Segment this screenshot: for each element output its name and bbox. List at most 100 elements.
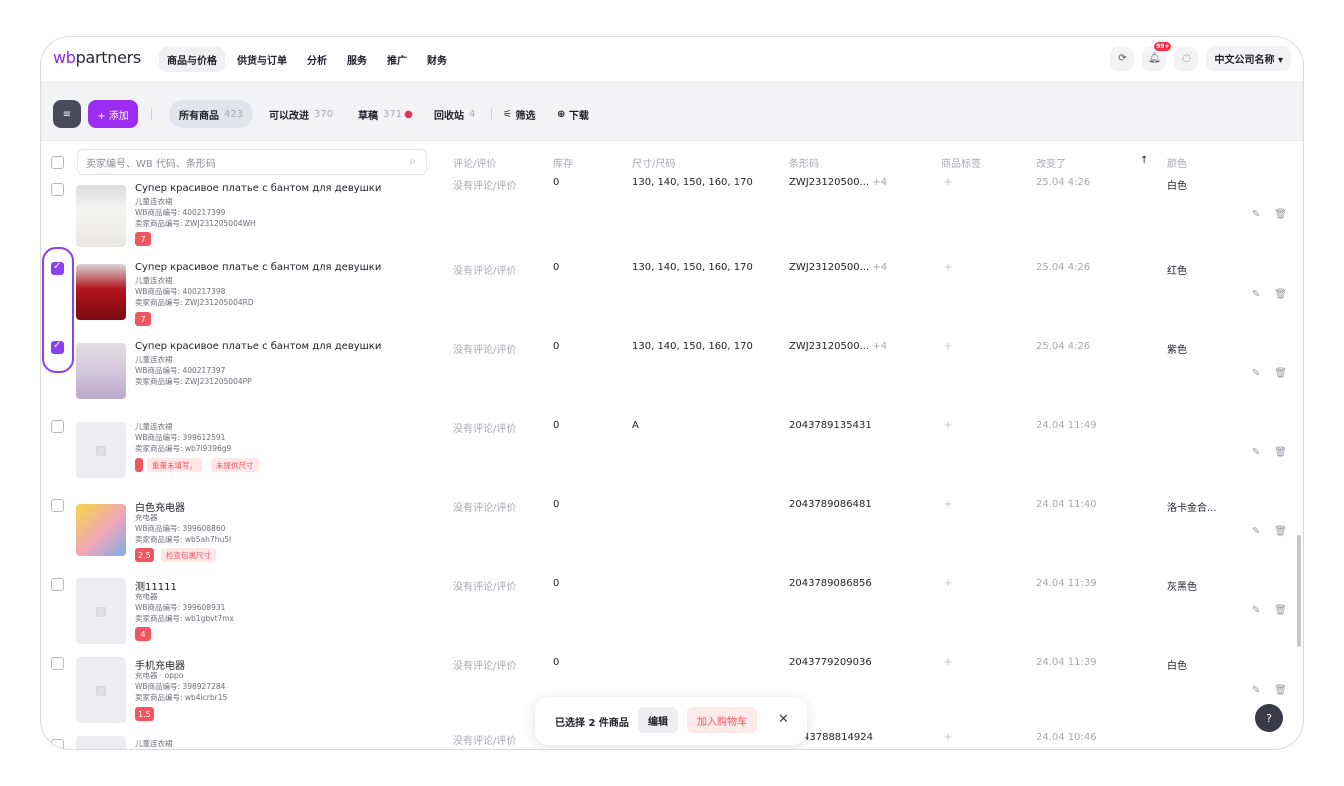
trash-icon[interactable]: 🗑︎ [1274, 526, 1287, 537]
trash-icon[interactable]: 🗑︎ [1274, 368, 1287, 379]
image-placeholder-icon[interactable]: ▨ [76, 422, 126, 478]
sidebar-menu-button[interactable]: ≡ [53, 100, 81, 128]
row-checkbox[interactable] [51, 657, 64, 670]
barcode-more[interactable]: +4 [872, 341, 887, 352]
menu-item-products[interactable]: 商品与价格 [159, 47, 225, 72]
add-tag-button[interactable]: + [944, 578, 952, 589]
add-to-cart-button[interactable]: 加入购物车 [687, 707, 757, 733]
color-cell: 灰黑色 [1167, 582, 1197, 593]
reviews-cell: 没有评论/评价 [453, 661, 517, 672]
tab-drafts[interactable]: 草稿 371 ● [358, 100, 413, 128]
product-name[interactable]: Супер красивое платье с бантом для девуш… [135, 262, 381, 273]
row-checkbox[interactable] [51, 739, 64, 749]
tab-label: 可以改进 [269, 110, 309, 122]
col-changed[interactable]: 改变了 [1036, 155, 1066, 170]
edit-icon[interactable]: ✎ [1252, 685, 1260, 696]
table-row[interactable]: Супер красивое платье с бантом для девуш… [41, 340, 1303, 420]
search-icon[interactable]: ⌕ [409, 154, 416, 169]
notification-badge: 99+ [1154, 41, 1172, 51]
company-selector[interactable]: 中文公司名称 ▾ [1206, 46, 1291, 71]
edit-icon[interactable]: ✎ [1252, 368, 1260, 379]
add-tag-button[interactable]: + [944, 657, 952, 668]
image-placeholder-icon[interactable]: ▨ [76, 657, 126, 723]
add-tag-button[interactable]: + [944, 420, 952, 431]
stock-cell: 0 [553, 177, 560, 188]
rating-badge: 4 [135, 627, 151, 641]
table-row[interactable]: ▨ 儿童连衣裙 WB商品编号: 399612591 卖家商品编号: wb7l93… [41, 420, 1303, 499]
scrollbar[interactable] [1297, 535, 1301, 647]
add-tag-button[interactable]: + [944, 341, 952, 352]
col-color[interactable]: 颜色 [1167, 155, 1187, 170]
close-icon[interactable]: ✕ [778, 712, 789, 727]
warning-badge: 重量未填写。 [147, 458, 202, 472]
product-image[interactable] [76, 264, 126, 320]
tab-count: 4 [469, 108, 476, 120]
refresh-icon[interactable]: ⟳ [1110, 46, 1135, 71]
add-tag-button[interactable]: + [944, 732, 952, 743]
table-row[interactable]: Супер красивое платье с бантом для девуш… [41, 261, 1303, 341]
product-category: 充电器 · oppo [135, 671, 184, 680]
barcode-value: ZWJ23120500... [789, 341, 870, 352]
row-checkbox[interactable] [51, 578, 64, 591]
barcode-more[interactable]: +4 [872, 177, 887, 188]
add-tag-button[interactable]: + [944, 262, 952, 273]
tab-trash[interactable]: 回收站 4 [434, 100, 475, 128]
row-checkbox[interactable] [51, 499, 64, 512]
product-name[interactable]: Супер красивое платье с бантом для девуш… [135, 183, 381, 194]
select-all-checkbox[interactable] [51, 156, 64, 169]
product-image[interactable] [76, 185, 126, 247]
logo[interactable]: wbpartners [53, 48, 141, 67]
edit-icon[interactable]: ✎ [1252, 289, 1260, 300]
color-cell: 洛卡金合... [1167, 503, 1217, 514]
menu-item-promotion[interactable]: 推广 [379, 47, 415, 72]
image-placeholder-icon[interactable]: ▨ [76, 578, 126, 644]
product-name[interactable]: Супер красивое платье с бантом для девуш… [135, 341, 381, 352]
tab-all-products[interactable]: 所有商品 423 [169, 100, 254, 128]
menu-item-services[interactable]: 服务 [339, 47, 375, 72]
barcode-cell: 2043789086856 [789, 578, 872, 589]
trash-icon[interactable]: 🗑︎ [1274, 289, 1287, 300]
add-tag-button[interactable]: + [944, 499, 952, 510]
trash-icon[interactable]: 🗑︎ [1274, 605, 1287, 616]
bell-icon[interactable]: 🔔︎ 99+ [1142, 41, 1172, 71]
col-reviews[interactable]: 评论/评价 [453, 155, 496, 170]
edit-icon[interactable]: ✎ [1252, 526, 1260, 537]
rating-badge: 7 [135, 232, 151, 246]
download-button[interactable]: ⊕ 下载 [557, 100, 589, 128]
menu-item-orders[interactable]: 供货与订单 [229, 47, 295, 72]
product-image[interactable] [76, 504, 126, 556]
col-tags[interactable]: 商品标签 [941, 155, 981, 170]
changed-cell: 24.04 11:39 [1036, 657, 1097, 668]
rating-badge: 1.5 [135, 707, 154, 721]
table-row[interactable]: 白色充电器 充电器 WB商品编号: 399608860 卖家商品编号: wb5a… [41, 499, 1303, 578]
chat-icon[interactable]: ◌ [1174, 46, 1199, 71]
search-input[interactable]: 卖家编号、WB 代码、条形码 ⌕ [77, 149, 427, 175]
trash-icon[interactable]: 🗑︎ [1274, 447, 1287, 458]
add-button[interactable]: + 添加 [88, 100, 138, 128]
row-checkbox[interactable] [51, 183, 64, 196]
col-stock[interactable]: 库存 [553, 155, 573, 170]
table-row[interactable]: Супер красивое платье с бантом для девуш… [41, 177, 1303, 262]
col-size[interactable]: 尺寸/尺码 [632, 155, 675, 170]
image-placeholder-icon[interactable] [76, 736, 126, 749]
product-image[interactable] [76, 343, 126, 399]
col-barcode[interactable]: 条形码 [789, 155, 819, 170]
size-cell: 130, 140, 150, 160, 170 [632, 262, 753, 273]
trash-icon[interactable]: 🗑︎ [1274, 209, 1287, 220]
filter-button[interactable]: ⚟ 筛选 [503, 100, 535, 128]
table-row[interactable]: ▨ 测11111 充电器 WB商品编号: 399608931 卖家商品编号: w… [41, 578, 1303, 657]
help-button[interactable]: ? [1255, 704, 1283, 732]
sort-arrow-icon[interactable]: ↑ [1140, 155, 1148, 166]
add-tag-button[interactable]: + [944, 177, 952, 188]
trash-icon[interactable]: 🗑︎ [1274, 685, 1287, 696]
edit-icon[interactable]: ✎ [1252, 447, 1260, 458]
row-checkbox[interactable] [51, 420, 64, 433]
bulk-edit-button[interactable]: 编辑 [638, 707, 678, 733]
menu-item-analytics[interactable]: 分析 [299, 47, 335, 72]
tab-improvable[interactable]: 可以改进 370 [269, 100, 333, 128]
color-cell: 红色 [1167, 266, 1187, 277]
edit-icon[interactable]: ✎ [1252, 605, 1260, 616]
barcode-more[interactable]: +4 [872, 262, 887, 273]
menu-item-finance[interactable]: 财务 [419, 47, 455, 72]
edit-icon[interactable]: ✎ [1252, 209, 1260, 220]
